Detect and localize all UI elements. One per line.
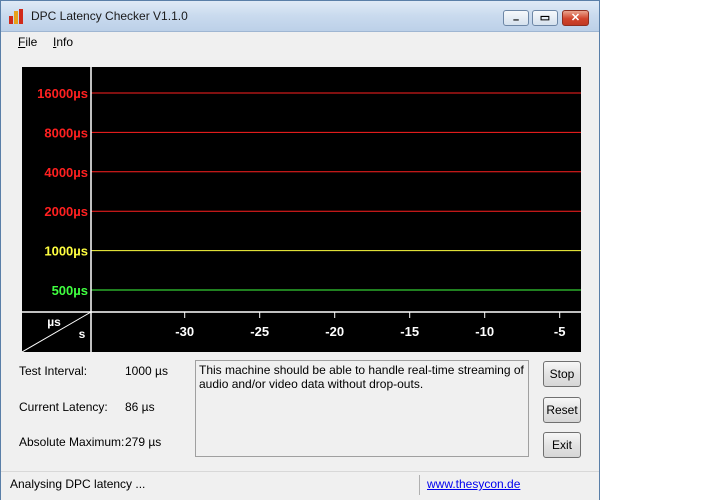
app-window: DPC Latency Checker V1.1.0 – ▭ ✕ File In… [0,0,600,500]
status-bar: Analysing DPC latency ... www.thesycon.d… [1,471,599,500]
minimize-icon: – [512,14,520,26]
current-latency-label: Current Latency: [19,400,108,414]
x-unit-label: s [79,327,86,341]
stop-button[interactable]: Stop [543,361,581,387]
status-text: Analysing DPC latency ... [10,477,146,491]
x-tick-label: -20 [325,324,344,339]
menu-info[interactable]: Info [53,35,73,49]
latency-graph: 16000µs 8000µs 4000µs 2000µs 1000µs 500µs µs s -… [22,67,581,352]
menu-file-label: ile [25,35,38,49]
reference-label-8000: 8000µs [44,125,88,140]
status-divider [419,475,420,495]
reference-label-4000: 4000µs [44,165,88,180]
test-interval-value: 1000 µs [125,364,168,378]
result-message: This machine should be able to handle re… [195,360,529,457]
reference-label-1000: 1000µs [44,244,88,259]
latency-chart-svg: 16000µs 8000µs 4000µs 2000µs 1000µs 500µs µs s -… [22,67,581,352]
menu-bar: File Info [1,32,599,52]
current-latency-value: 86 µs [125,400,155,414]
x-tick-label: -10 [475,324,494,339]
x-tick-label: -30 [175,324,194,339]
website-link[interactable]: www.thesycon.de [427,477,520,491]
menu-file[interactable]: File [18,35,37,49]
reference-label-16000: 16000µs [37,86,88,101]
close-button[interactable]: ✕ [562,10,589,26]
x-tick-label: -5 [554,324,566,339]
menu-info-label: nfo [56,35,74,49]
absolute-maximum-value: 279 µs [125,435,162,449]
maximize-button[interactable]: ▭ [532,10,558,26]
y-unit-label: µs [47,315,61,329]
window-title: DPC Latency Checker V1.1.0 [31,9,188,23]
title-bar[interactable]: DPC Latency Checker V1.1.0 – ▭ ✕ [1,1,599,32]
exit-button[interactable]: Exit [543,432,581,458]
close-icon: ✕ [570,12,581,24]
app-bars-icon [9,9,25,24]
reference-label-500: 500µs [52,283,88,298]
maximize-icon: ▭ [539,12,551,24]
minimize-button[interactable]: – [503,10,529,26]
x-tick-label: -25 [250,324,269,339]
reset-button[interactable]: Reset [543,397,581,423]
test-interval-label: Test Interval: [19,364,88,378]
reference-label-2000: 2000µs [44,204,88,219]
absolute-maximum-label: Absolute Maximum: [19,435,125,449]
x-tick-label: -15 [400,324,419,339]
